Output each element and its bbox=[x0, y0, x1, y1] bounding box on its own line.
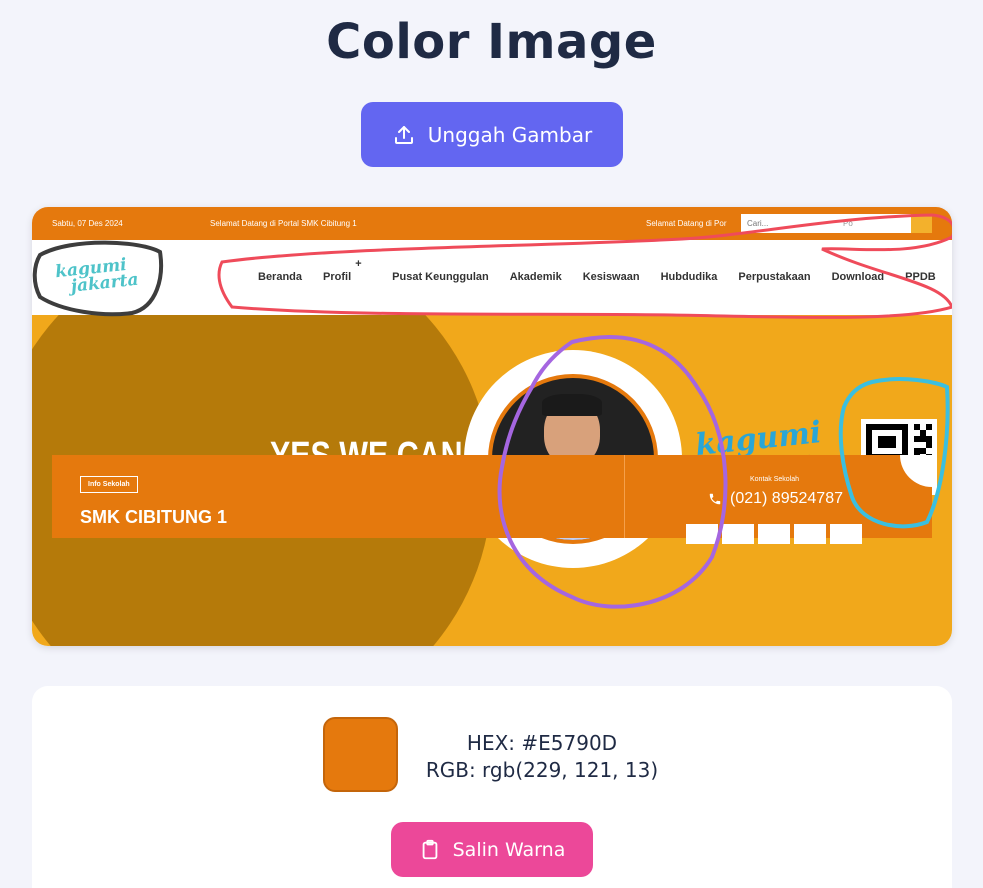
annotation-overlay bbox=[32, 213, 952, 609]
annotation-cyan bbox=[838, 377, 950, 529]
clipboard-icon bbox=[422, 839, 437, 859]
rgb-value: RGB: rgb(229, 121, 13) bbox=[425, 758, 659, 782]
uploaded-image-preview[interactable]: Sabtu, 07 Des 2024 Selamat Datang di Por… bbox=[32, 207, 952, 646]
upload-image-button[interactable]: Unggah Gambar bbox=[361, 102, 623, 167]
upload-button-label: Unggah Gambar bbox=[427, 122, 593, 147]
color-result-card: HEX: #E5790D RGB: rgb(229, 121, 13) Sali… bbox=[32, 686, 952, 888]
color-swatch bbox=[323, 717, 398, 792]
annotation-purple bbox=[497, 335, 728, 609]
annotation-dark bbox=[32, 240, 164, 317]
hex-value: HEX: #E5790D bbox=[466, 731, 618, 755]
annotation-red bbox=[217, 213, 952, 319]
copy-button-label: Salin Warna bbox=[452, 838, 566, 861]
upload-icon bbox=[394, 125, 413, 144]
page-title: Color Image bbox=[326, 14, 657, 70]
copy-color-button[interactable]: Salin Warna bbox=[391, 822, 593, 877]
color-codes: HEX: #E5790D RGB: rgb(229, 121, 13) bbox=[416, 730, 668, 784]
